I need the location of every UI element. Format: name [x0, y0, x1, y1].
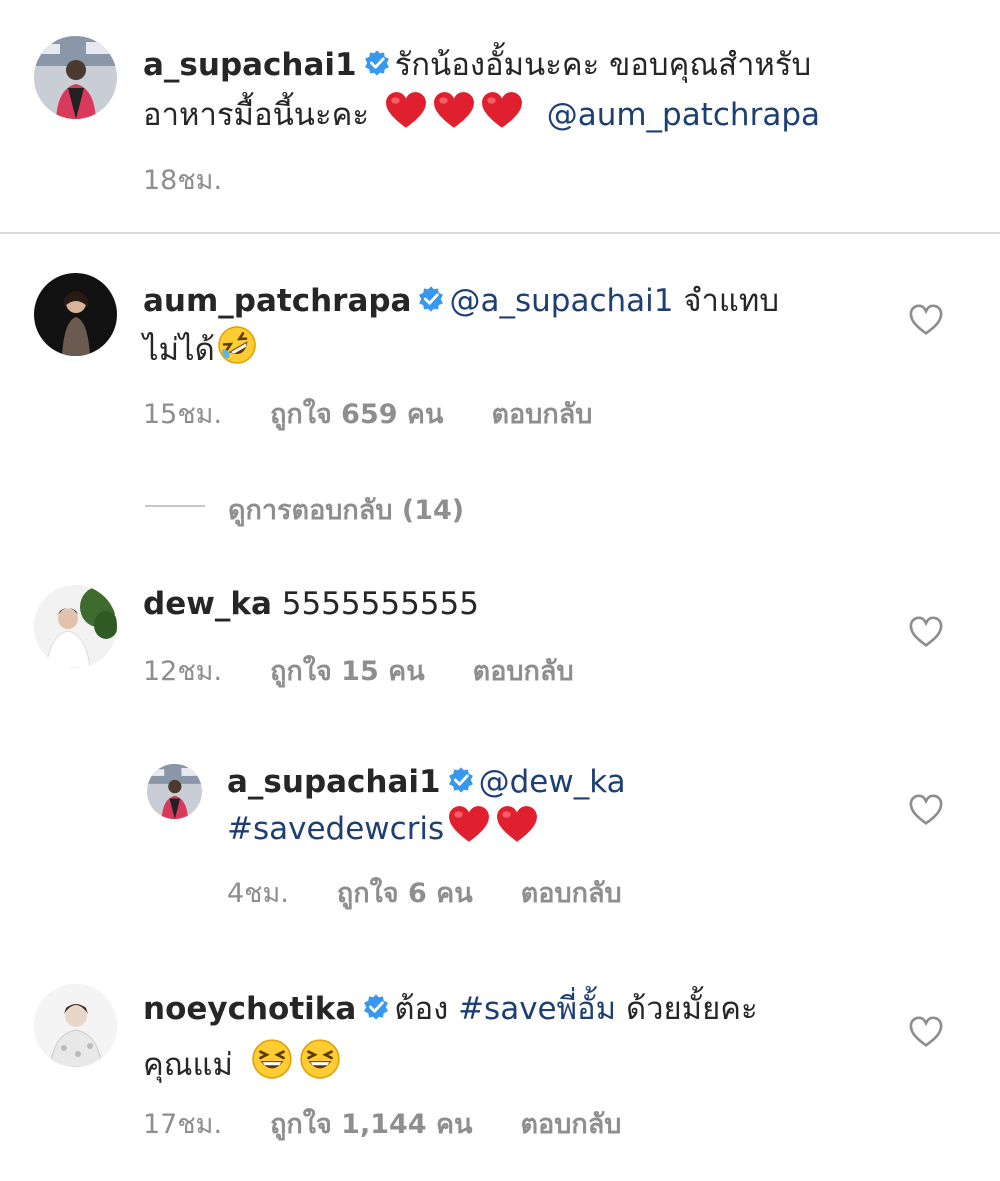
timestamp: 15ชม.	[143, 399, 223, 430]
likes-count[interactable]: ถูกใจ 15 คน	[270, 656, 425, 687]
likes-count[interactable]: ถูกใจ 659 คน	[270, 399, 443, 430]
heart-outline-icon[interactable]	[908, 794, 944, 826]
caption-line-1: a_supachai1 รักน้องอั้มนะคะ ขอบคุณสำหรับ	[143, 45, 811, 85]
avatar[interactable]	[34, 36, 117, 119]
red-heart-emoji	[385, 92, 427, 130]
view-replies-button[interactable]: ดูการตอบกลับ (14)	[228, 488, 464, 531]
caption-text: อาหารมื้อนี้นะคะ	[143, 97, 369, 133]
rolling-laughing-emoji	[217, 325, 257, 365]
comment-text: ต้อง	[394, 991, 449, 1027]
verified-badge-icon	[447, 766, 475, 794]
grinning-squinting-emoji	[299, 1038, 341, 1080]
comment-meta: 17ชม. ถูกใจ 1,144 คน ตอบกลับ	[143, 1102, 669, 1145]
caption-username[interactable]: a_supachai1	[143, 47, 357, 83]
caption-text: รักน้องอั้มนะคะ ขอบคุณสำหรับ	[394, 47, 812, 83]
timestamp: 12ชม.	[143, 656, 223, 687]
comment-meta: 12ชม. ถูกใจ 15 คน ตอบกลับ	[143, 649, 622, 692]
divider	[0, 232, 1000, 234]
verified-badge-icon	[417, 285, 445, 313]
comment-username[interactable]: aum_patchrapa	[143, 283, 411, 319]
replies-divider	[145, 505, 205, 507]
comment-text: 5555555555	[281, 586, 479, 622]
red-heart-emoji	[448, 806, 490, 844]
caption-mention[interactable]: @aum_patchrapa	[547, 97, 820, 133]
comment-line-1: noeychotika ต้อง #saveพี่อั้ม ด้วยมั้ยคะ	[143, 989, 758, 1029]
comment-hashtag[interactable]: #saveพี่อั้ม	[458, 991, 616, 1027]
heart-outline-icon[interactable]	[908, 304, 944, 336]
comment-mention[interactable]: @a_supachai1	[449, 283, 673, 319]
likes-count[interactable]: ถูกใจ 1,144 คน	[270, 1109, 472, 1140]
caption-line-2: อาหารมื้อนี้นะคะ @aum_patchrapa	[143, 92, 820, 135]
timestamp: 4ชม.	[227, 878, 289, 909]
reply-line-2: #savedewcris	[227, 806, 544, 849]
reply-meta: 4ชม. ถูกใจ 6 คน ตอบกลับ	[227, 871, 670, 914]
red-heart-emoji	[433, 92, 475, 130]
reply-button[interactable]: ตอบกลับ	[520, 1109, 621, 1140]
comment-line-2: ไม่ได้	[143, 325, 263, 370]
red-heart-emoji	[481, 92, 523, 130]
timestamp: 17ชม.	[143, 1109, 223, 1140]
avatar[interactable]	[34, 273, 117, 356]
reply-button[interactable]: ตอบกลับ	[491, 399, 592, 430]
reply-mention[interactable]: @dew_ka	[479, 764, 626, 800]
comment-text: ไม่ได้	[143, 332, 215, 368]
heart-outline-icon[interactable]	[908, 1016, 944, 1048]
reply-line-1: a_supachai1 @dew_ka	[227, 762, 626, 802]
comment-line-1: aum_patchrapa @a_supachai1 จำแทบ	[143, 281, 779, 321]
comment-meta: 15ชม. ถูกใจ 659 คน ตอบกลับ	[143, 392, 640, 435]
timestamp: 18ชม.	[143, 165, 223, 196]
likes-count[interactable]: ถูกใจ 6 คน	[337, 878, 473, 909]
avatar[interactable]	[34, 984, 117, 1067]
comment-text: จำแทบ	[683, 283, 780, 319]
verified-badge-icon	[362, 993, 390, 1021]
verified-badge-icon	[363, 49, 391, 77]
heart-outline-icon[interactable]	[908, 616, 944, 648]
grinning-squinting-emoji	[251, 1038, 293, 1080]
red-heart-emoji	[496, 806, 538, 844]
comment-text: คุณแม่	[143, 1047, 233, 1083]
avatar[interactable]	[147, 764, 202, 819]
comment-text: ด้วยมั้ยคะ	[625, 991, 758, 1027]
comment-username[interactable]: noeychotika	[143, 991, 356, 1027]
reply-button[interactable]: ตอบกลับ	[521, 878, 622, 909]
reply-hashtag[interactable]: #savedewcris	[227, 811, 444, 847]
reply-username[interactable]: a_supachai1	[227, 764, 441, 800]
avatar[interactable]	[34, 585, 117, 668]
comment-line-2: คุณแม่	[143, 1038, 347, 1085]
caption-meta: 18ชม.	[143, 158, 270, 201]
comment-line-1: dew_ka 5555555555	[143, 584, 479, 624]
comment-username[interactable]: dew_ka	[143, 586, 272, 622]
reply-button[interactable]: ตอบกลับ	[473, 656, 574, 687]
